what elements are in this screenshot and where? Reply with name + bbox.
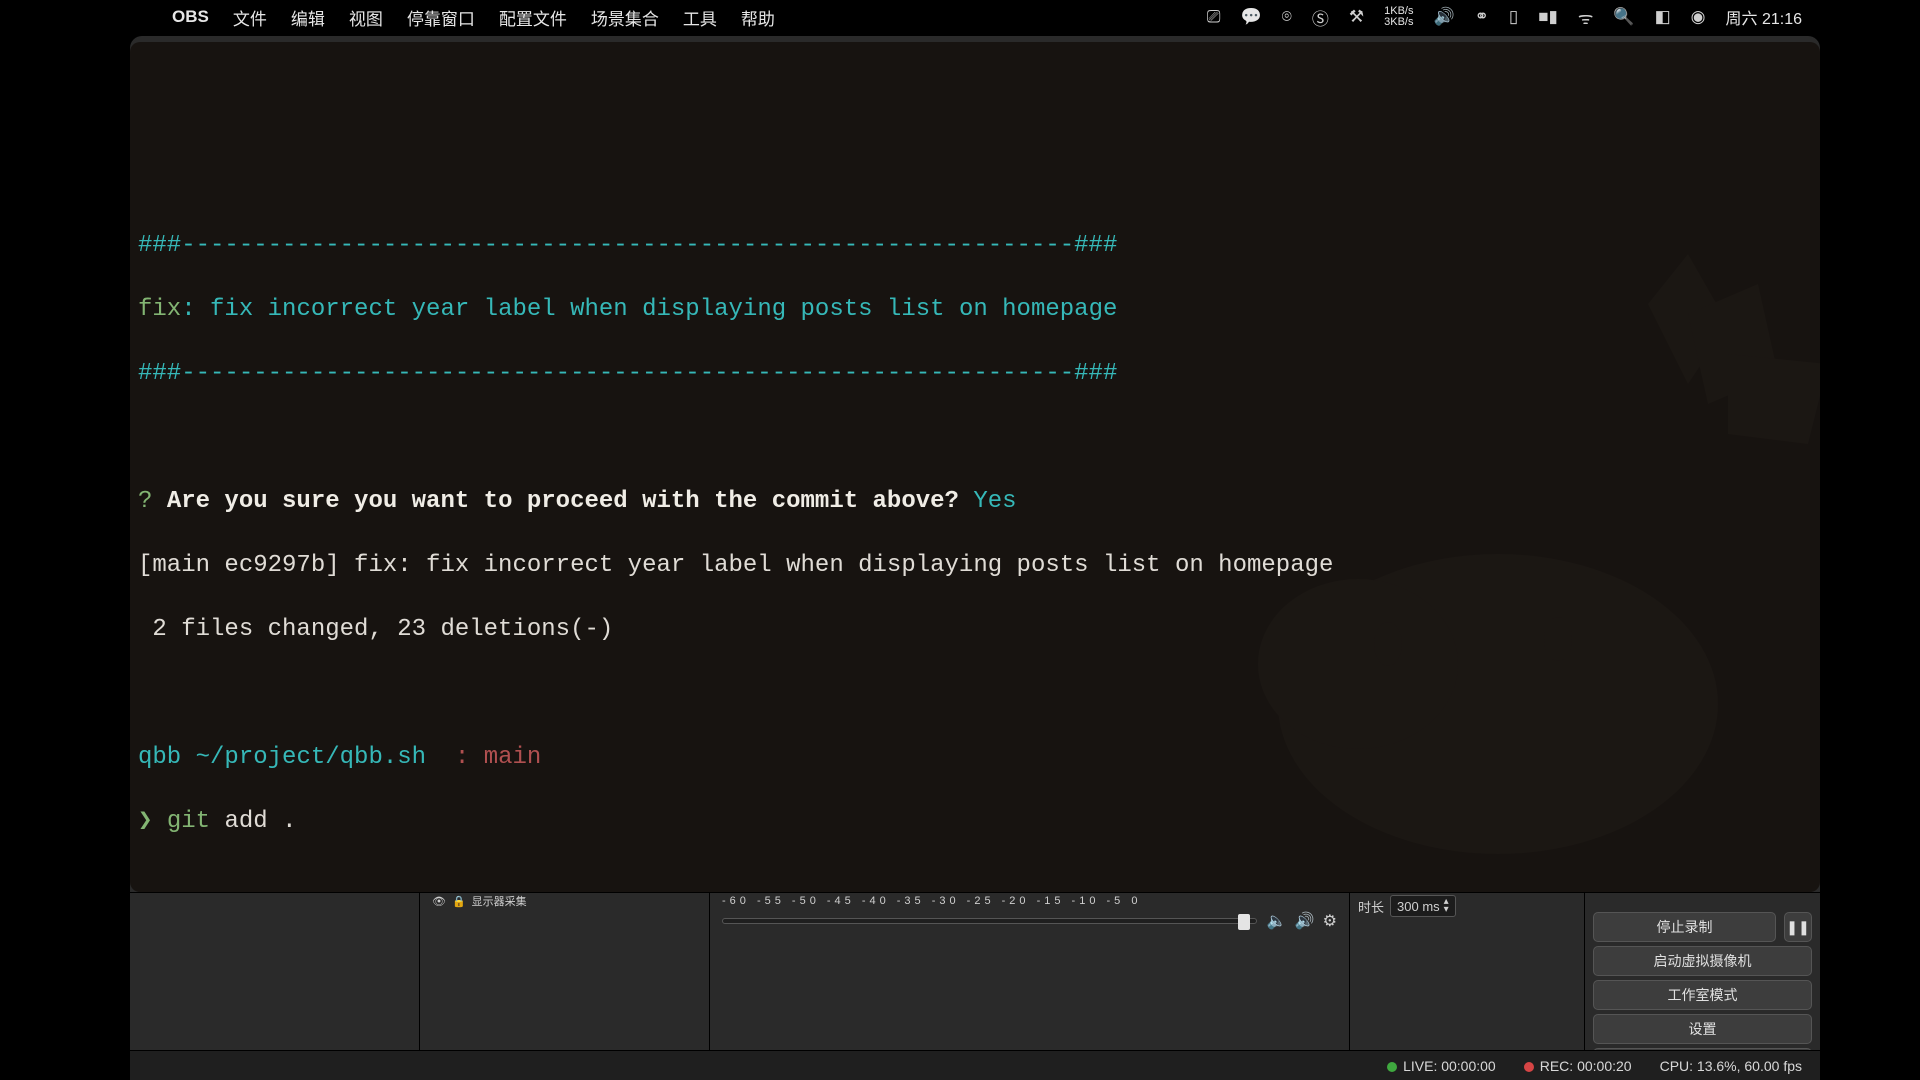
stepper-icon[interactable]: ▴▾: [1444, 898, 1449, 914]
status-cpu: CPU: 13.6%, 60.00 fps: [1660, 1058, 1802, 1074]
battery-case-icon[interactable]: ▯: [1509, 7, 1518, 27]
confirm-prompt: ? Are you sure you want to proceed with …: [138, 486, 1812, 518]
transition-duration-field[interactable]: 300 ms ▴▾: [1390, 895, 1456, 917]
studio-mode-button[interactable]: 工作室模式: [1593, 980, 1812, 1010]
terminal-content: ###-------------------------------------…: [138, 198, 1812, 892]
menubar-right: ⎚ 💬 ⌾ Ⓢ ⚒︎ 1KB/s 3KB/s 🔊 ⚭ ▯ ■▮ ᯤ 🔍 ◧ ◉ …: [1207, 5, 1802, 30]
mixer-ruler-labels: -60 -55 -50 -45 -40 -35 -30 -25 -20 -15 …: [722, 895, 1141, 907]
spotlight-icon[interactable]: 🔍: [1613, 7, 1634, 27]
menu-profile[interactable]: 配置文件: [499, 5, 567, 30]
rule-top: ###-------------------------------------…: [138, 230, 1812, 262]
live-dot-icon: [1387, 1062, 1397, 1072]
git-changes-output: 2 files changed, 23 deletions(-): [138, 614, 1812, 646]
bluetooth-icon[interactable]: ⚭: [1475, 7, 1489, 27]
screenmirror-icon[interactable]: ⎚: [1207, 7, 1221, 27]
settings-button[interactable]: 设置: [1593, 1014, 1812, 1044]
siri-icon[interactable]: ◉: [1691, 7, 1706, 27]
cmd-git-add: git add .: [138, 806, 1812, 838]
battery-icon[interactable]: ■▮: [1538, 7, 1558, 27]
pause-recording-button[interactable]: ❚❚: [1784, 912, 1812, 942]
menu-help[interactable]: 帮助: [741, 5, 775, 30]
stop-recording-button[interactable]: 停止录制: [1593, 912, 1776, 942]
menu-edit[interactable]: 编辑: [291, 5, 325, 30]
netspeed-indicator[interactable]: 1KB/s 3KB/s: [1384, 6, 1413, 28]
menu-file[interactable]: 文件: [233, 5, 267, 30]
start-virtual-cam-button[interactable]: 启动虚拟摄像机: [1593, 946, 1812, 976]
menu-tools[interactable]: 工具: [683, 5, 717, 30]
obs-status-bar: LIVE: 00:00:00 REC: 00:00:20 CPU: 13.6%,…: [130, 1050, 1820, 1080]
skype-icon[interactable]: Ⓢ: [1312, 5, 1329, 30]
app-name[interactable]: OBS: [172, 7, 209, 27]
ps1-line-1: qbb ~/project/qbb.sh : main: [138, 742, 1812, 774]
sources-header: 👁 🔒 显示器采集: [420, 893, 709, 909]
menubar-left: OBS 文件 编辑 视图 停靠窗口 配置文件 场景集合 工具 帮助: [148, 5, 775, 30]
mixer-speaker-icon[interactable]: 🔊: [1295, 911, 1315, 931]
netspeed-down: 3KB/s: [1384, 17, 1413, 28]
source-lock-icon[interactable]: 🔒: [452, 895, 466, 908]
git-branch-icon: [440, 744, 454, 771]
wechat-icon[interactable]: ⌾: [1282, 7, 1292, 27]
source-visibility-icon[interactable]: 👁: [432, 895, 446, 908]
menubar-clock[interactable]: 周六 21:16: [1726, 5, 1803, 29]
status-live: LIVE: 00:00:00: [1387, 1058, 1496, 1074]
mixer-volume-thumb[interactable]: [1238, 914, 1250, 930]
mixer-channel: 🔈 🔊 ⚙: [710, 909, 1349, 939]
mixer-mute-icon[interactable]: 🔈: [1267, 911, 1287, 931]
mixer-settings-icon[interactable]: ⚙: [1323, 911, 1337, 931]
menu-scenes[interactable]: 场景集合: [591, 5, 659, 30]
git-commit-output: [main ec9297b] fix: fix incorrect year l…: [138, 550, 1812, 582]
source-name[interactable]: 显示器采集: [472, 893, 527, 909]
mixer-volume-slider[interactable]: [722, 918, 1257, 924]
terminal-window[interactable]: ###-------------------------------------…: [130, 42, 1820, 892]
status-rec: REC: 00:00:20: [1524, 1058, 1632, 1074]
transition-duration-label: 时长: [1358, 897, 1384, 916]
control-center-icon[interactable]: ◧: [1655, 7, 1671, 27]
mixer-ruler: -60 -55 -50 -45 -40 -35 -30 -25 -20 -15 …: [710, 893, 1349, 909]
menu-view[interactable]: 视图: [349, 5, 383, 30]
rule-bottom: ###-------------------------------------…: [138, 358, 1812, 390]
chat-icon[interactable]: 💬: [1241, 7, 1262, 27]
volume-icon[interactable]: 🔊: [1433, 7, 1454, 27]
rec-dot-icon: [1524, 1062, 1534, 1072]
commit-message-line: fix: fix incorrect year label when displ…: [138, 294, 1812, 326]
macos-menubar: OBS 文件 编辑 视图 停靠窗口 配置文件 场景集合 工具 帮助 ⎚ 💬 ⌾ …: [130, 0, 1820, 34]
transition-duration-value: 300 ms: [1397, 899, 1440, 914]
menu-dock[interactable]: 停靠窗口: [407, 5, 475, 30]
wifi-icon[interactable]: ᯤ: [1578, 6, 1594, 29]
tool-icon[interactable]: ⚒︎: [1349, 7, 1364, 27]
